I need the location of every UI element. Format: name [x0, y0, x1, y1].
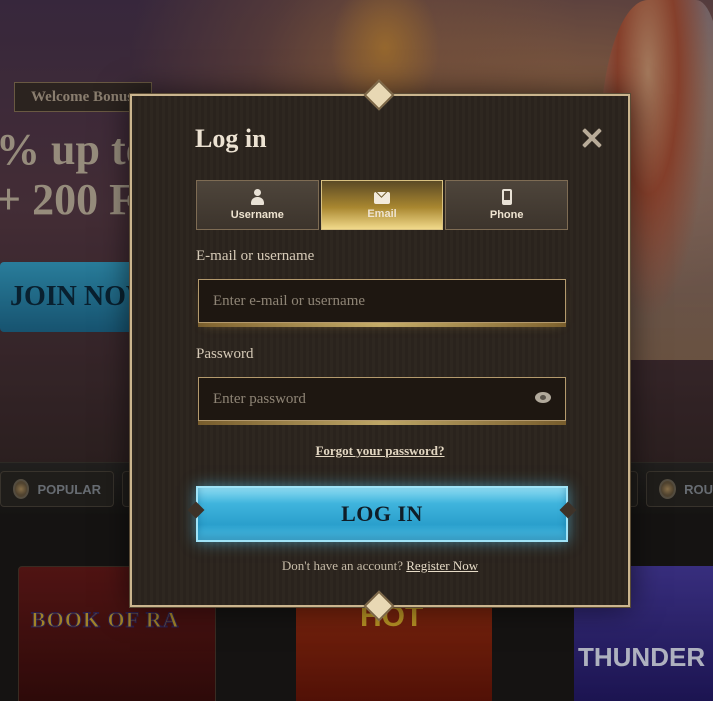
- login-button-label: LOG IN: [341, 501, 423, 526]
- eye-icon[interactable]: [535, 392, 551, 403]
- password-field-label: Password: [196, 346, 254, 362]
- no-account-text: Don't have an account?: [281, 558, 403, 573]
- login-button[interactable]: LOG IN: [187, 486, 577, 542]
- tab-email[interactable]: Email: [320, 180, 444, 230]
- tab-label: Email: [367, 208, 397, 220]
- login-method-tabs: Username Email Phone: [196, 180, 569, 230]
- forgot-password-link[interactable]: Forgot your password?: [315, 443, 444, 458]
- tab-label: Username: [230, 209, 284, 221]
- email-field[interactable]: [199, 280, 565, 322]
- email-field-wrapper: [198, 279, 566, 327]
- email-field-label: E-mail or username: [196, 248, 315, 264]
- login-modal: Log in Username Email Phone E-mail or us…: [130, 79, 630, 622]
- register-now-link[interactable]: Register Now: [406, 558, 478, 573]
- modal-title: Log in: [195, 124, 267, 153]
- tab-label: Phone: [489, 209, 524, 221]
- register-prompt: Don't have an account? Register Now: [132, 558, 628, 574]
- forgot-password-row: Forgot your password?: [132, 442, 628, 460]
- phone-icon: [501, 189, 512, 205]
- button-ornament-right: [559, 501, 577, 519]
- tab-phone[interactable]: Phone: [445, 180, 569, 230]
- mail-icon: [374, 192, 390, 204]
- password-field-wrapper: [198, 377, 566, 425]
- password-field[interactable]: [199, 378, 565, 420]
- user-icon: [249, 189, 265, 205]
- button-ornament-left: [187, 501, 205, 519]
- tab-username[interactable]: Username: [196, 180, 319, 230]
- close-icon[interactable]: [580, 126, 604, 150]
